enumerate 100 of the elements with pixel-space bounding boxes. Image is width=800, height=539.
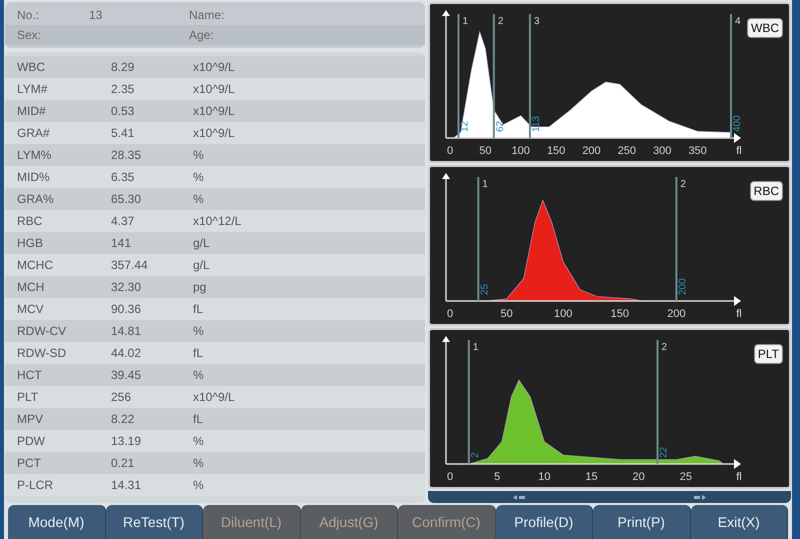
parameter-name: MCV [17, 301, 45, 318]
marker-value: 2 [470, 452, 481, 458]
axis-tick-label: 25 [680, 471, 692, 483]
parameter-name: MID# [17, 103, 47, 120]
parameter-name: LYM% [17, 147, 52, 164]
parameter-name: PCT [17, 455, 42, 472]
axis-tick-label: 5 [494, 471, 500, 483]
axis-tick-label: 100 [554, 308, 572, 320]
parameter-value: 5.41 [111, 125, 136, 142]
parameter-value: 39.45 [111, 367, 142, 384]
parameter-unit: % [193, 433, 204, 450]
parameter-unit: % [193, 323, 204, 340]
marker-number: 1 [462, 16, 468, 27]
toolbar-button[interactable]: Profile(D) [496, 505, 593, 539]
parameter-unit: fL [193, 411, 204, 428]
parameter-name: GRA% [17, 191, 55, 208]
axis-unit-label: fl [736, 145, 742, 157]
parameter-value: 2.35 [111, 81, 136, 98]
toolbar-button[interactable]: Exit(X) [690, 505, 788, 539]
parameter-value: 28.35 [111, 147, 142, 164]
parameter-name: PLT [17, 389, 40, 406]
parameter-name: WBC [17, 59, 46, 76]
toolbar-button[interactable]: ReTest(T) [106, 505, 203, 539]
parameter-name: P-LCR [17, 477, 54, 494]
axis-tick-label: 200 [667, 308, 686, 320]
axis-tick-label: 150 [610, 308, 629, 320]
parameter-name: RDW-CV [17, 323, 68, 340]
marker-number: 4 [735, 16, 741, 27]
axis-tick-label: 200 [582, 145, 601, 157]
parameter-unit: % [193, 367, 204, 384]
parameter-value: 14.81 [111, 323, 142, 340]
field-label: Age: [189, 27, 214, 44]
field-label: No.: [17, 7, 40, 24]
parameter-unit: % [193, 455, 204, 472]
scroll-left-icon[interactable] [512, 494, 525, 500]
parameter-name: HGB [17, 235, 44, 252]
parameter-value: 13.19 [111, 433, 142, 450]
marker-number: 1 [482, 179, 488, 190]
axis-tick-label: 20 [632, 471, 645, 483]
parameter-value: 44.02 [111, 345, 142, 362]
parameter-unit: % [193, 169, 204, 186]
parameter-value: 32.30 [111, 279, 142, 296]
toolbar-button[interactable]: Mode(M) [8, 505, 106, 539]
parameter-value: 6.35 [111, 169, 136, 186]
axis-unit-label: fl [736, 308, 742, 320]
parameter-unit: x10^9/L [193, 125, 235, 142]
axis-tick-label: 0 [446, 471, 454, 483]
parameter-value: 141 [111, 235, 132, 252]
parameter-unit: g/L [193, 235, 210, 252]
axis-tick-label: 50 [479, 145, 492, 157]
scroll-right-icon[interactable] [694, 494, 706, 500]
parameter-value: 14.31 [111, 477, 142, 494]
parameter-unit: x10^9/L [193, 81, 235, 98]
marker-number: 1 [472, 342, 478, 353]
axis-tick-label: 250 [618, 145, 636, 157]
parameter-value: 65.30 [111, 191, 142, 208]
parameter-name: PDW [17, 433, 46, 450]
histogram-label: RBC [750, 181, 783, 201]
field-value: 13 [89, 7, 104, 24]
marker-value: 12 [460, 120, 470, 132]
parameter-unit: % [193, 147, 204, 164]
histogram-label: PLT [754, 344, 783, 364]
parameter-unit: x10^9/L [193, 59, 235, 76]
parameter-value: 4.37 [111, 213, 136, 230]
axis-tick-label: 100 [512, 145, 530, 157]
parameter-name: MCH [17, 279, 46, 296]
parameter-unit: x10^12/L [193, 213, 242, 230]
marker-value: 200 [677, 278, 688, 295]
axis-tick-label: 15 [585, 471, 598, 483]
histogram-label: WBC [747, 18, 783, 38]
field-label: Name: [189, 7, 224, 24]
parameter-name: MCHC [17, 257, 54, 274]
parameter-unit: fL [193, 345, 204, 362]
parameter-unit: % [193, 191, 204, 208]
marker-value: 22 [658, 446, 670, 458]
parameter-name: MPV [17, 411, 44, 428]
toolbar-button[interactable]: Print(P) [593, 505, 690, 539]
marker-number: 2 [680, 179, 686, 190]
marker-number: 2 [498, 16, 504, 27]
parameter-name: MID% [17, 169, 51, 186]
marker-value: 62 [494, 120, 506, 132]
parameter-value: 256 [111, 389, 132, 406]
parameter-value: 8.22 [111, 411, 136, 428]
axis-tick-label: 350 [688, 145, 707, 157]
marker-number: 2 [662, 342, 668, 353]
marker-value: 113 [530, 116, 542, 132]
marker-number: 3 [534, 16, 540, 27]
marker-value: 400 [732, 115, 743, 132]
marker-value: 25 [479, 284, 490, 295]
parameter-value: 8.29 [111, 59, 136, 76]
field-label: Sex: [17, 27, 42, 44]
parameter-name: HCT [17, 367, 43, 384]
parameter-unit: fL [193, 301, 204, 318]
parameter-value: 0.21 [111, 455, 136, 472]
axis-tick-label: 300 [653, 145, 672, 157]
scroll-bar[interactable] [428, 491, 791, 503]
parameter-value: 0.53 [111, 103, 136, 120]
parameter-unit: g/L [193, 257, 210, 274]
axis-tick-label: 50 [500, 308, 513, 320]
parameter-name: RDW-SD [17, 345, 68, 362]
